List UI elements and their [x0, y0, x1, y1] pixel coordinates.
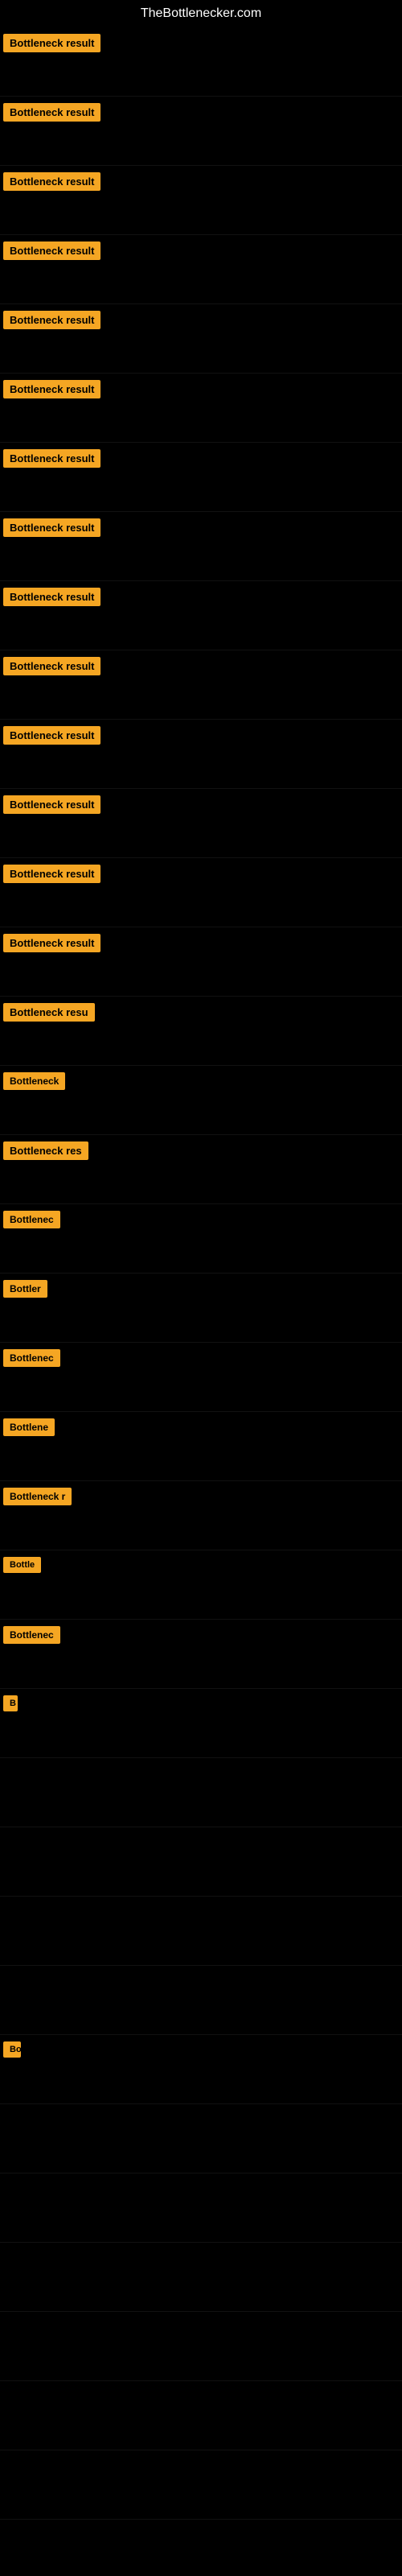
bottleneck-section: Bottleneck result — [0, 789, 402, 858]
bottleneck-section: Bottle — [0, 1550, 402, 1620]
bottleneck-badge[interactable]: Bottleneck result — [3, 934, 100, 952]
bottleneck-badge[interactable]: Bottle — [3, 1557, 41, 1573]
bottleneck-section — [0, 2312, 402, 2381]
bottleneck-badge[interactable]: Bottleneck result — [3, 34, 100, 52]
bottleneck-badge[interactable]: B — [3, 1695, 18, 1711]
bottleneck-badge[interactable]: Bottlenec — [3, 1211, 60, 1228]
bottleneck-badge[interactable]: Bottleneck result — [3, 795, 100, 814]
bottleneck-badge[interactable]: Bottleneck result — [3, 865, 100, 883]
bottleneck-badge[interactable]: Bottleneck res — [3, 1141, 88, 1160]
bottleneck-section: Bottleneck result — [0, 374, 402, 443]
bottleneck-badge[interactable]: Bottleneck result — [3, 242, 100, 260]
bottleneck-badge[interactable]: Bottlene — [3, 1418, 55, 1436]
bottleneck-badge[interactable]: Bottler — [3, 1280, 47, 1298]
bottleneck-badge[interactable]: Bottleneck result — [3, 172, 100, 191]
bottleneck-badge[interactable]: Bottleneck result — [3, 657, 100, 675]
bottleneck-section — [0, 1897, 402, 1966]
bottleneck-section: Bottleneck result — [0, 443, 402, 512]
bottleneck-section: Bottleneck result — [0, 512, 402, 581]
bottleneck-section: Bottleneck result — [0, 720, 402, 789]
bottleneck-badge[interactable]: Bottleneck r — [3, 1488, 72, 1505]
bottleneck-section: Bottleneck result — [0, 166, 402, 235]
bottleneck-section: Bottleneck result — [0, 27, 402, 97]
bottleneck-section: Bottleneck result — [0, 235, 402, 304]
bottleneck-badge[interactable]: Bottleneck — [3, 1072, 65, 1090]
bottleneck-badge[interactable]: Bottleneck result — [3, 726, 100, 745]
bottleneck-section: Bo — [0, 2035, 402, 2104]
bottleneck-section — [0, 1827, 402, 1897]
bottleneck-section: Bottleneck res — [0, 1135, 402, 1204]
bottleneck-section: Bottleneck result — [0, 581, 402, 650]
bottleneck-section — [0, 2381, 402, 2450]
bottleneck-section: Bottler — [0, 1274, 402, 1343]
bottleneck-badge[interactable]: Bottlenec — [3, 1626, 60, 1644]
bottleneck-section — [0, 2450, 402, 2520]
bottleneck-section — [0, 1966, 402, 2035]
bottleneck-badge[interactable]: Bottlenec — [3, 1349, 60, 1367]
bottleneck-section: Bottlene — [0, 1412, 402, 1481]
bottleneck-badge[interactable]: Bottleneck result — [3, 380, 100, 398]
bottleneck-section: Bottleneck resu — [0, 997, 402, 1066]
bottleneck-section: Bottleneck result — [0, 858, 402, 927]
bottleneck-section: Bottleneck result — [0, 97, 402, 166]
bottleneck-section — [0, 1758, 402, 1827]
bottleneck-section: Bottleneck result — [0, 650, 402, 720]
bottleneck-badge[interactable]: Bo — [3, 2041, 21, 2058]
bottleneck-section — [0, 2104, 402, 2174]
bottleneck-badge[interactable]: Bottleneck result — [3, 449, 100, 468]
bottleneck-section: Bottlenec — [0, 1620, 402, 1689]
site-title: TheBottlenecker.com — [0, 0, 402, 27]
bottleneck-badge[interactable]: Bottleneck result — [3, 311, 100, 329]
bottleneck-badge[interactable]: Bottleneck result — [3, 588, 100, 606]
bottleneck-badge[interactable]: Bottleneck result — [3, 518, 100, 537]
bottleneck-section: Bottleneck result — [0, 927, 402, 997]
bottleneck-list: Bottleneck result Bottleneck result Bottle… — [0, 27, 402, 2520]
bottleneck-section: B — [0, 1689, 402, 1758]
bottleneck-section — [0, 2174, 402, 2243]
bottleneck-section: Bottlenec — [0, 1204, 402, 1274]
bottleneck-section: Bottleneck result — [0, 304, 402, 374]
bottleneck-section: Bottleneck r — [0, 1481, 402, 1550]
bottleneck-badge[interactable]: Bottleneck resu — [3, 1003, 95, 1022]
bottleneck-section: Bottlenec — [0, 1343, 402, 1412]
bottleneck-section — [0, 2243, 402, 2312]
bottleneck-badge[interactable]: Bottleneck result — [3, 103, 100, 122]
bottleneck-section: Bottleneck — [0, 1066, 402, 1135]
